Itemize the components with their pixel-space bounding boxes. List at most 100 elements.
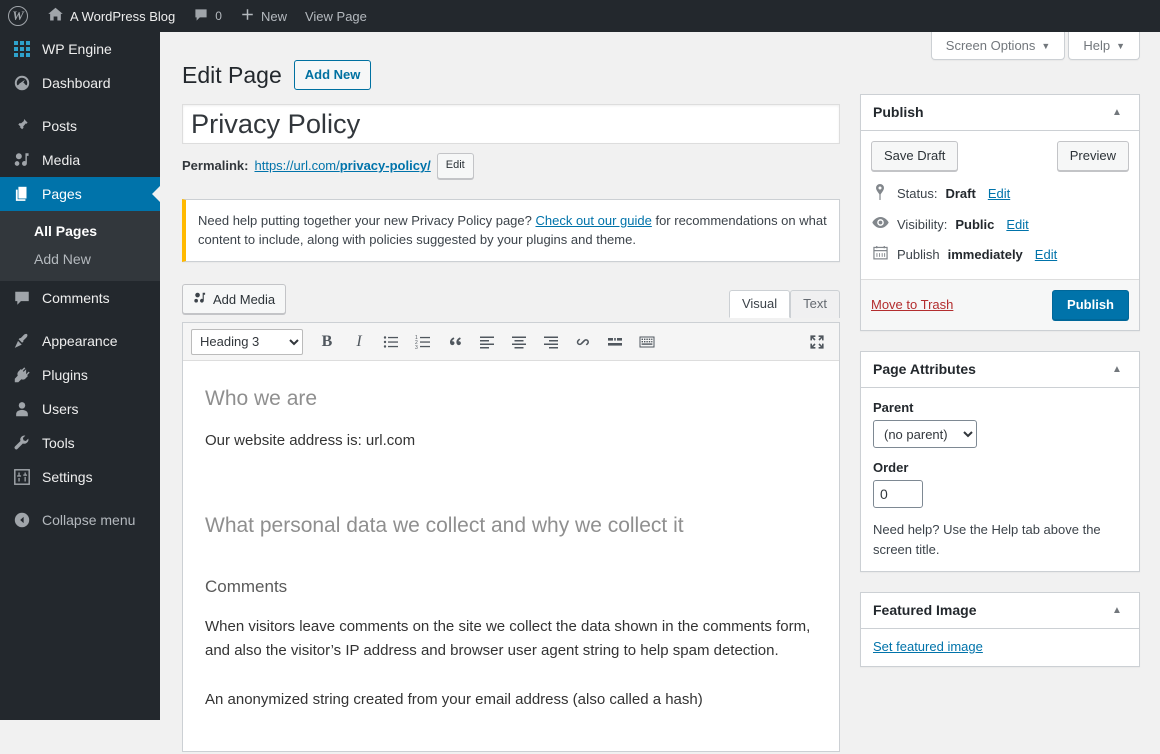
home-icon [47, 6, 64, 26]
save-draft-button[interactable]: Save Draft [871, 141, 959, 171]
sidebar-item-label: Settings [42, 468, 93, 485]
page-attributes-title: Page Attributes [873, 360, 976, 377]
featured-image-title: Featured Image [873, 601, 977, 618]
svg-text:3: 3 [415, 345, 418, 350]
help-tab[interactable]: Help ▼ [1068, 32, 1140, 60]
dashboard-gauge-icon [12, 73, 32, 93]
post-title-input[interactable] [182, 104, 840, 144]
new-content-menu[interactable]: New [231, 0, 296, 32]
chevron-down-icon: ▼ [1041, 40, 1051, 51]
chevron-up-icon[interactable]: ▲ [1107, 107, 1127, 118]
editor-content[interactable]: Who we are Our website address is: url.c… [183, 361, 839, 751]
minor-publishing-actions: Save Draft Preview [861, 131, 1139, 171]
featured-image-header: Featured Image ▲ [861, 593, 1139, 629]
read-more-icon[interactable] [601, 329, 629, 355]
eye-icon [871, 216, 889, 232]
edit-permalink-button[interactable]: Edit [436, 153, 474, 179]
sidebar-item-appearance[interactable]: Appearance [0, 324, 160, 358]
privacy-policy-notice: Need help putting together your new Priv… [182, 198, 840, 262]
notice-guide-link[interactable]: Check out our guide [535, 213, 651, 228]
post-schedule-row: Publish immediately Edit [871, 238, 1129, 269]
order-label: Order [873, 460, 909, 475]
align-center-icon[interactable] [505, 329, 533, 355]
add-new-button[interactable]: Add New [293, 60, 372, 90]
sidebar-item-label: WP Engine [42, 40, 112, 57]
collapse-menu-button[interactable]: Collapse menu [0, 503, 160, 537]
sidebar-item-dashboard[interactable]: Dashboard [0, 66, 160, 100]
sidebar-item-wp-engine[interactable]: WP Engine [0, 32, 160, 66]
media-icon [12, 150, 32, 170]
major-publishing-actions: Move to Trash Publish [861, 279, 1139, 330]
content-editor: Add Media Visual Text Heading 3 B I 123 [182, 284, 840, 754]
sidebar-item-label: Posts [42, 117, 78, 134]
align-right-icon[interactable] [537, 329, 565, 355]
screen-options-tab[interactable]: Screen Options ▼ [930, 32, 1066, 60]
plug-icon [12, 365, 32, 385]
view-page-link[interactable]: View Page [296, 0, 376, 32]
postbox-container: Publish ▲ Save Draft Preview Status: Dra… [860, 94, 1140, 687]
align-left-icon[interactable] [473, 329, 501, 355]
tab-visual[interactable]: Visual [728, 290, 791, 318]
visibility-label: Visibility: [897, 216, 948, 232]
set-featured-image-link[interactable]: Set featured image [873, 639, 983, 654]
toolbar-toggle-icon[interactable] [633, 329, 661, 355]
main-content-area: Screen Options ▼ Help ▼ Edit Page Add Ne… [160, 32, 1160, 752]
submenu-item-all-pages[interactable]: All Pages [0, 217, 160, 245]
sidebar-item-label: Comments [42, 289, 110, 306]
sidebar-item-settings[interactable]: Settings [0, 460, 160, 494]
edit-schedule-link[interactable]: Edit [1035, 247, 1057, 262]
tab-text[interactable]: Text [790, 290, 840, 318]
paragraph-style-select[interactable]: Heading 3 [191, 328, 303, 355]
sidebar-item-label: Users [42, 400, 79, 417]
preview-button[interactable]: Preview [1056, 141, 1129, 171]
site-name-menu[interactable]: A WordPress Blog [38, 0, 184, 32]
bulleted-list-icon[interactable] [377, 329, 405, 355]
page-attributes-help: Need help? Use the Help tab above the sc… [873, 522, 1101, 557]
chevron-up-icon[interactable]: ▲ [1107, 364, 1127, 375]
misc-publishing-actions: Status: Draft Edit Visibility: Public Ed… [861, 171, 1139, 279]
chevron-down-icon: ▼ [1116, 40, 1125, 51]
sidebar-item-label: Dashboard [42, 74, 111, 91]
sidebar-item-media[interactable]: Media [0, 143, 160, 177]
edit-visibility-link[interactable]: Edit [1006, 217, 1028, 232]
featured-image-inside: Set featured image [861, 629, 1139, 666]
view-page-label: View Page [304, 8, 367, 24]
sidebar-item-users[interactable]: Users [0, 392, 160, 426]
fullscreen-icon[interactable] [803, 329, 831, 355]
numbered-list-icon[interactable]: 123 [409, 329, 437, 355]
add-media-label: Add Media [213, 291, 276, 307]
parent-select[interactable]: (no parent) [873, 420, 977, 448]
screen-options-label: Screen Options [945, 38, 1036, 53]
chevron-up-icon[interactable]: ▲ [1107, 605, 1127, 616]
editor-tools: Add Media Visual Text [182, 284, 840, 322]
sidebar-item-pages[interactable]: Pages [0, 177, 160, 211]
link-icon[interactable] [569, 329, 597, 355]
bold-icon[interactable]: B [313, 329, 341, 355]
parent-label: Parent [873, 400, 914, 415]
help-label: Help [1083, 38, 1111, 53]
edit-status-link[interactable]: Edit [988, 186, 1010, 201]
order-input[interactable] [873, 480, 923, 508]
post-status-row: Status: Draft Edit [871, 177, 1129, 209]
comments-bubble-button[interactable]: 0 [184, 0, 231, 32]
permalink-link[interactable]: https://url.com/privacy-policy/ [254, 158, 430, 173]
wordpress-logo-button[interactable]: W [0, 0, 38, 32]
sidebar-item-comments[interactable]: Comments [0, 281, 160, 315]
sidebar-item-plugins[interactable]: Plugins [0, 358, 160, 392]
add-media-button[interactable]: Add Media [182, 284, 287, 314]
sidebar-item-tools[interactable]: Tools [0, 426, 160, 460]
menu-separator [0, 494, 160, 503]
post-visibility-row: Visibility: Public Edit [871, 209, 1129, 238]
sidebar-item-posts[interactable]: Posts [0, 109, 160, 143]
move-to-trash-link[interactable]: Move to Trash [871, 297, 953, 312]
submenu-item-add-new[interactable]: Add New [0, 245, 160, 273]
wrench-icon [12, 433, 32, 453]
status-value: Draft [945, 186, 976, 201]
pin-icon [12, 116, 32, 136]
blockquote-icon[interactable] [441, 329, 469, 355]
sliders-icon [12, 467, 32, 487]
publish-box-title: Publish [873, 103, 924, 120]
admin-sidebar-menu: WP Engine Dashboard Posts Media Pages Al… [0, 32, 160, 720]
publish-button[interactable]: Publish [1052, 290, 1129, 320]
italic-icon[interactable]: I [345, 329, 373, 355]
